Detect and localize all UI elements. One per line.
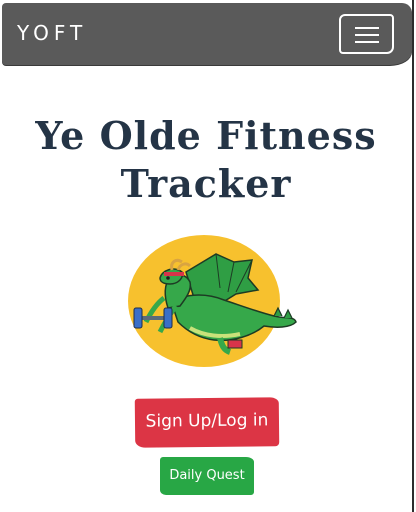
hamburger-menu-icon xyxy=(355,27,379,43)
brand-logo[interactable]: YOFT xyxy=(17,21,87,45)
daily-quest-button[interactable]: Daily Quest xyxy=(160,457,254,495)
signup-login-button[interactable]: Sign Up/Log in xyxy=(134,397,280,448)
top-navbar: YOFT xyxy=(2,3,412,65)
mascot-image xyxy=(124,232,300,376)
page-title: Ye Olde Fitness Tracker xyxy=(35,113,377,206)
dragon-lifting-weights-icon xyxy=(128,235,297,367)
page-edge xyxy=(412,0,414,512)
menu-toggle-button[interactable] xyxy=(339,14,394,54)
